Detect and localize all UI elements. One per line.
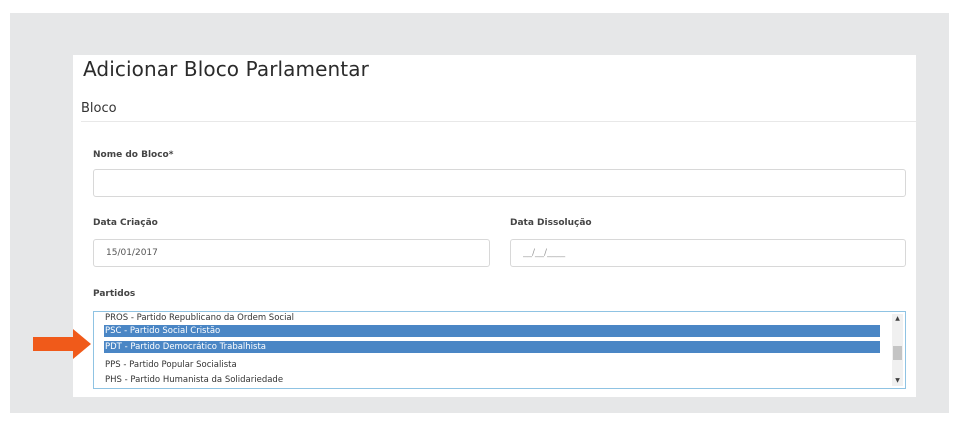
partido-option[interactable]: PHS - Partido Humanista da Solidariedade (104, 374, 880, 386)
partido-option-label: PSC - Partido Social Cristão (105, 326, 221, 336)
form-card: Adicionar Bloco Parlamentar Bloco Nome d… (73, 55, 916, 397)
scroll-thumb[interactable] (893, 346, 902, 360)
nome-bloco-label: Nome do Bloco* (93, 150, 174, 160)
partido-option-selected[interactable]: PDT - Partido Democrático Trabalhista (104, 341, 880, 353)
partido-option-label: PDT - Partido Democrático Trabalhista (105, 342, 267, 352)
partido-option-label: PROS - Partido Republicano da Ordem Soci… (105, 313, 295, 323)
listbox-scrollbar[interactable]: ▲ ▼ (892, 314, 903, 386)
partido-option-label: PHS - Partido Humanista da Solidariedade (105, 375, 284, 385)
screenshot-stage: Adicionar Bloco Parlamentar Bloco Nome d… (0, 0, 958, 427)
data-criacao-input[interactable] (93, 239, 490, 267)
scroll-down-icon[interactable]: ▼ (892, 376, 903, 386)
data-dissolucao-label: Data Dissolução (510, 218, 592, 228)
data-dissolucao-input[interactable] (510, 239, 906, 267)
data-criacao-label: Data Criação (93, 218, 158, 228)
partido-option-selected[interactable]: PSC - Partido Social Cristão (104, 325, 880, 337)
partidos-label: Partidos (93, 289, 136, 299)
section-title: Bloco (81, 101, 117, 116)
section-divider (81, 121, 916, 122)
partido-option-label: PPS - Partido Popular Socialista (105, 360, 237, 370)
partidos-multiselect[interactable]: PROS - Partido Republicano da Ordem Soci… (93, 311, 906, 389)
partido-option[interactable]: PPS - Partido Popular Socialista (104, 359, 880, 371)
page-title: Adicionar Bloco Parlamentar (83, 57, 369, 81)
arrow-right-icon (33, 329, 91, 359)
nome-bloco-input[interactable] (93, 169, 906, 197)
scroll-up-icon[interactable]: ▲ (892, 314, 903, 324)
partido-option[interactable]: PROS - Partido Republicano da Ordem Soci… (104, 312, 880, 324)
